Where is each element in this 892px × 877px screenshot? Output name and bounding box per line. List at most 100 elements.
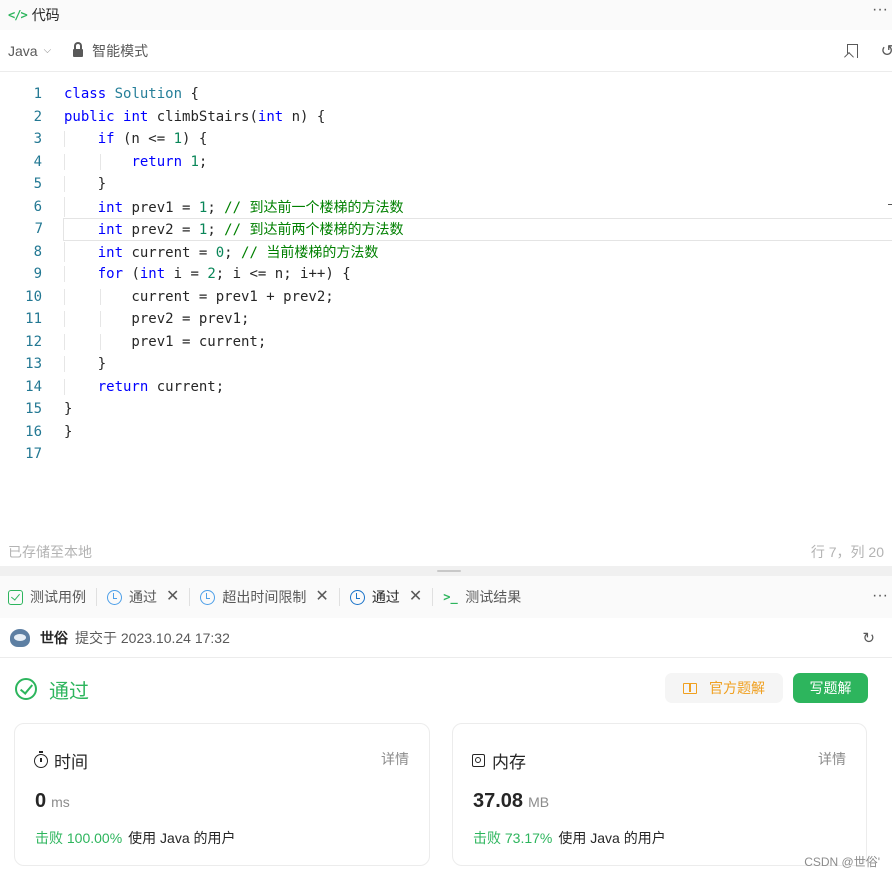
- runtime-detail-link[interactable]: 详情: [381, 749, 409, 769]
- code-line: 5 }: [0, 173, 892, 196]
- memory-unit: MB: [528, 794, 550, 810]
- language-label: Java: [8, 42, 38, 59]
- code-panel: </> 代码 ··· Java ⌵ 智能模式 ↺ 1 class Solutio…: [0, 0, 892, 566]
- write-solution-label: 写题解: [809, 680, 852, 696]
- cursor-position: 行 7，列 20: [810, 543, 884, 560]
- close-icon[interactable]: ✕: [166, 589, 179, 605]
- submission-info: 世俗 提交于 2023.10.24 17:32 ↻: [0, 618, 892, 658]
- line-number: 15: [25, 401, 42, 418]
- line-number: 12: [25, 333, 42, 350]
- bookmark-icon[interactable]: [847, 44, 858, 58]
- code-text: for (int i = 2; i <= n; i++) {: [42, 266, 351, 283]
- line-number: 11: [25, 311, 42, 328]
- timer-icon: [34, 750, 48, 768]
- code-text: prev1 = current;: [64, 333, 267, 350]
- tab-label: 测试结果: [465, 589, 522, 605]
- runtime-metric: 0 ms: [35, 790, 70, 813]
- code-line: 11 prev2 = prev1;: [0, 308, 892, 331]
- code-line: 12 prev1 = current;: [0, 331, 892, 354]
- more-options-icon[interactable]: ···: [872, 588, 888, 604]
- code-text: if (n <= 1) {: [42, 131, 207, 148]
- checkbox-icon: [8, 589, 23, 605]
- code-comment: // 当前楼梯的方法数: [241, 244, 379, 261]
- memory-card[interactable]: 内存 详情 37.08 MB 击败 73.17% 使用 Java 的用户: [452, 723, 867, 866]
- code-text: }: [64, 401, 73, 418]
- memory-beat: 击败 73.17% 使用 Java 的用户: [473, 828, 666, 848]
- avatar[interactable]: [10, 628, 30, 647]
- result-tabs: 测试用例 通过 ✕ 超出时间限制 ✕ 通过 ✕ >_ 测试结果 ···: [0, 576, 892, 618]
- runtime-unit: ms: [51, 794, 70, 810]
- code-line: 4 return 1;: [0, 151, 892, 174]
- line-number: 8: [33, 243, 42, 260]
- code-line: 1 class Solution {: [0, 83, 892, 106]
- write-solution-button[interactable]: 写题解: [793, 673, 868, 703]
- code-text: return current;: [42, 378, 224, 395]
- runtime-value: 0: [35, 790, 47, 812]
- tab-time-limit-exceeded[interactable]: 超出时间限制 ✕: [200, 576, 338, 618]
- memory-detail-link[interactable]: 详情: [818, 749, 846, 769]
- tab-divider: [189, 588, 191, 606]
- runtime-beat-text: 使用 Java 的用户: [128, 830, 236, 846]
- official-solution-button[interactable]: 官方题解: [665, 673, 783, 703]
- line-number: 14: [25, 378, 42, 395]
- line-number: 16: [25, 423, 42, 440]
- runtime-beat-percent: 击败 100.00%: [35, 830, 123, 846]
- code-text: int prev2 = 1; // 到达前两个楼梯的方法数: [97, 222, 404, 239]
- reset-code-icon[interactable]: ↺: [881, 41, 892, 61]
- panel-resize-handle[interactable]: [0, 566, 892, 576]
- code-text: }: [64, 176, 107, 193]
- code-editor[interactable]: 1 class Solution { 2 public int climbSta…: [0, 83, 892, 533]
- terminal-icon: >_: [443, 589, 458, 604]
- clock-icon: [349, 589, 365, 605]
- code-text: }: [64, 423, 73, 440]
- code-line: 8 int current = 0; // 当前楼梯的方法数: [0, 241, 892, 264]
- verdict-status: 通过: [49, 680, 89, 703]
- runtime-card[interactable]: 时间 详情 0 ms 击败 100.00% 使用 Java 的用户: [14, 723, 430, 866]
- tab-test-result[interactable]: >_ 测试结果: [443, 576, 531, 618]
- close-icon[interactable]: ✕: [409, 589, 422, 605]
- code-text: }: [64, 356, 107, 373]
- line-number: 4: [33, 153, 42, 170]
- code-line: 17: [0, 443, 892, 466]
- watermark: CSDN @世俗': [804, 855, 880, 869]
- username[interactable]: 世俗: [40, 628, 68, 648]
- tab-passed-1[interactable]: 通过 ✕: [107, 576, 189, 618]
- drag-grip-icon: [437, 570, 461, 572]
- line-number: 1: [33, 86, 42, 103]
- code-line: 10 current = prev1 + prev2;: [0, 286, 892, 309]
- verdict-row: 通过 官方题解 写题解: [0, 658, 892, 720]
- code-text: current = prev1 + prev2;: [64, 288, 334, 305]
- code-line: 6 int prev1 = 1; // 到达前一个楼梯的方法数: [0, 196, 892, 219]
- chevron-down-icon: ⌵: [43, 45, 52, 56]
- more-options-icon[interactable]: ···: [872, 2, 888, 18]
- editor-status-bar: 已存储至本地 行 7，列 20: [0, 537, 892, 566]
- tab-label: 超出时间限制: [222, 589, 307, 605]
- smart-mode-toggle[interactable]: 智能模式: [73, 41, 148, 61]
- tab-label: 测试用例: [30, 589, 86, 605]
- memory-beat-percent: 击败 73.17%: [473, 830, 553, 846]
- clock-icon: [200, 589, 216, 605]
- check-circle-icon: [15, 678, 37, 700]
- tab-passed-2[interactable]: 通过 ✕: [349, 576, 432, 618]
- code-icon: </>: [8, 8, 28, 22]
- official-solution-label: 官方题解: [709, 680, 765, 696]
- code-text: int current = 0; // 当前楼梯的方法数: [42, 241, 379, 262]
- tab-divider: [96, 588, 97, 606]
- tab-test-cases[interactable]: 测试用例: [8, 576, 96, 618]
- refresh-icon[interactable]: ↻: [862, 629, 875, 647]
- memory-title-text: 内存: [492, 753, 526, 772]
- code-line: 9 for (int i = 2; i <= n; i++) {: [0, 263, 892, 286]
- tab-divider: [432, 588, 434, 606]
- code-line-active: 7 int prev2 = 1; // 到达前两个楼梯的方法数: [35, 218, 892, 241]
- code-text: int prev1 = 1; // 到达前一个楼梯的方法数: [42, 196, 403, 217]
- code-line: 3 if (n <= 1) {: [0, 128, 892, 151]
- tab-divider: [338, 588, 340, 606]
- memory-title: 内存: [472, 748, 526, 773]
- close-icon[interactable]: ✕: [315, 589, 328, 605]
- code-panel-title: 代码: [31, 7, 60, 23]
- memory-beat-text: 使用 Java 的用户: [558, 830, 666, 846]
- language-select[interactable]: Java ⌵: [8, 43, 51, 59]
- smart-mode-label: 智能模式: [92, 42, 149, 59]
- clock-icon: [107, 589, 122, 605]
- line-number: 13: [25, 356, 42, 373]
